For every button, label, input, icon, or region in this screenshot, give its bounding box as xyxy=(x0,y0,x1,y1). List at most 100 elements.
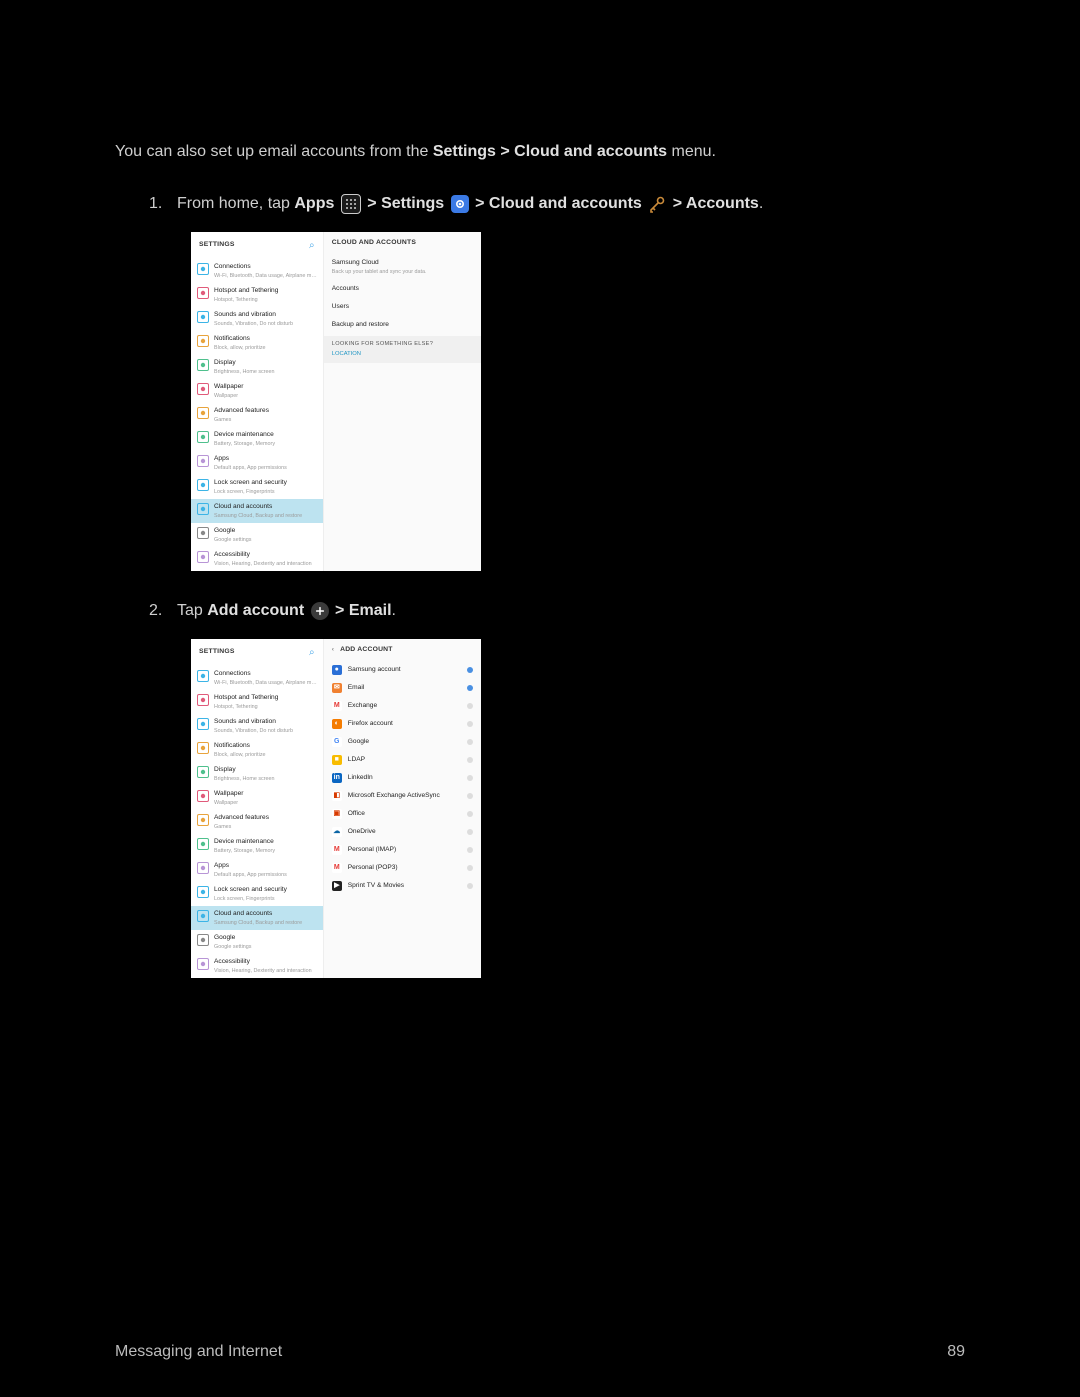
s2-a: Tap xyxy=(177,602,207,619)
settings-item-sub: Hotspot, Tethering xyxy=(214,703,317,711)
account-type-row[interactable]: M Personal (IMAP) xyxy=(324,841,481,859)
account-type-row[interactable]: inLinkedIn xyxy=(324,769,481,787)
settings-item[interactable]: Advanced featuresGames xyxy=(191,403,323,427)
settings-item-sub: Brightness, Home screen xyxy=(214,368,317,376)
box-location[interactable]: LOCATION xyxy=(332,350,473,359)
settings-item[interactable]: Cloud and accountsSamsung Cloud, Backup … xyxy=(191,499,323,523)
account-type-indicator xyxy=(467,865,473,871)
settings-item-sub: Sounds, Vibration, Do not disturb xyxy=(214,320,317,328)
settings-item-sub: Lock screen, Fingerprints xyxy=(214,895,317,903)
settings-list: ConnectionsWi-Fi, Bluetooth, Data usage,… xyxy=(191,259,323,571)
settings-item[interactable]: Lock screen and securityLock screen, Fin… xyxy=(191,882,323,906)
settings-item-icon xyxy=(197,886,209,898)
cloud-item[interactable]: Backup and restore xyxy=(324,316,481,334)
settings-item-title: Sounds and vibration xyxy=(214,717,317,727)
account-type-label: Microsoft Exchange ActiveSync xyxy=(348,791,461,801)
cloud-item-title: Backup and restore xyxy=(332,320,473,330)
step-2: 2. Tap Add account > Email. xyxy=(115,599,970,623)
account-type-indicator xyxy=(467,721,473,727)
cloud-item[interactable]: Accounts xyxy=(324,280,481,298)
s1-apps: Apps xyxy=(294,195,334,212)
looking-for-box: LOOKING FOR SOMETHING ELSE? LOCATION xyxy=(324,336,481,363)
settings-item[interactable]: NotificationsBlock, allow, prioritize xyxy=(191,331,323,355)
settings-item-title: Apps xyxy=(214,861,317,871)
account-type-icon: M xyxy=(332,863,342,873)
settings-gear-icon xyxy=(451,195,469,213)
settings-item[interactable]: Hotspot and TetheringHotspot, Tethering xyxy=(191,690,323,714)
step-2-number: 2. xyxy=(149,599,177,623)
account-type-icon: M xyxy=(332,845,342,855)
settings-item[interactable]: AppsDefault apps, App permissions xyxy=(191,858,323,882)
account-type-row[interactable]: ■LDAP xyxy=(324,751,481,769)
back-icon[interactable]: ‹ xyxy=(332,646,334,653)
settings-item-title: Display xyxy=(214,358,317,368)
account-type-row[interactable]: GGoogle xyxy=(324,733,481,751)
settings-item[interactable]: Sounds and vibrationSounds, Vibration, D… xyxy=(191,307,323,331)
settings-item-title: Device maintenance xyxy=(214,430,317,440)
account-type-row[interactable]: ✉Email xyxy=(324,679,481,697)
account-type-row[interactable]: ▣Office xyxy=(324,805,481,823)
settings-item[interactable]: ConnectionsWi-Fi, Bluetooth, Data usage,… xyxy=(191,666,323,690)
settings-item-icon xyxy=(197,479,209,491)
settings-item-icon xyxy=(197,958,209,970)
settings-item[interactable]: Lock screen and securityLock screen, Fin… xyxy=(191,475,323,499)
settings-item-sub: Battery, Storage, Memory xyxy=(214,847,317,855)
settings-item-sub: Samsung Cloud, Backup and restore xyxy=(214,512,317,520)
account-type-label: Personal (IMAP) xyxy=(348,845,461,855)
cloud-item[interactable]: Users xyxy=(324,298,481,316)
intro-bold: Settings > Cloud and accounts xyxy=(433,143,667,160)
account-type-label: Exchange xyxy=(348,701,461,711)
settings-item[interactable]: AccessibilityVision, Hearing, Dexterity … xyxy=(191,547,323,571)
account-type-row[interactable]: ●Samsung account xyxy=(324,661,481,679)
settings-item-sub: Samsung Cloud, Backup and restore xyxy=(214,919,317,927)
add-account-header: ‹ ADD ACCOUNT xyxy=(324,639,481,661)
account-type-icon: ▣ xyxy=(332,809,342,819)
account-type-row[interactable]: ◐Firefox account xyxy=(324,715,481,733)
cloud-item[interactable]: Samsung CloudBack up your tablet and syn… xyxy=(324,254,481,280)
settings-item[interactable]: AppsDefault apps, App permissions xyxy=(191,451,323,475)
settings-item[interactable]: Advanced featuresGames xyxy=(191,810,323,834)
settings-item-title: Lock screen and security xyxy=(214,478,317,488)
account-type-row[interactable]: MExchange xyxy=(324,697,481,715)
account-type-label: OneDrive xyxy=(348,827,461,837)
settings-item[interactable]: Device maintenanceBattery, Storage, Memo… xyxy=(191,834,323,858)
plus-icon xyxy=(311,602,329,620)
settings-item[interactable]: NotificationsBlock, allow, prioritize xyxy=(191,738,323,762)
settings-item-title: Notifications xyxy=(214,741,317,751)
settings-item[interactable]: ConnectionsWi-Fi, Bluetooth, Data usage,… xyxy=(191,259,323,283)
settings-item[interactable]: Hotspot and TetheringHotspot, Tethering xyxy=(191,283,323,307)
settings-item[interactable]: GoogleGoogle settings xyxy=(191,930,323,954)
settings-item-title: Connections xyxy=(214,669,317,679)
settings-item-title: Accessibility xyxy=(214,957,317,967)
settings-item[interactable]: Sounds and vibrationSounds, Vibration, D… xyxy=(191,714,323,738)
settings-item-sub: Games xyxy=(214,416,317,424)
account-type-row[interactable]: ☁OneDrive xyxy=(324,823,481,841)
intro-text: You can also set up email accounts from … xyxy=(115,140,970,164)
search-icon-2[interactable]: ⌕ xyxy=(309,645,315,660)
settings-item-title: Cloud and accounts xyxy=(214,502,317,512)
settings-item[interactable]: WallpaperWallpaper xyxy=(191,379,323,403)
account-type-icon: ◐ xyxy=(332,719,342,729)
settings-item-title: Connections xyxy=(214,262,317,272)
settings-item-sub: Games xyxy=(214,823,317,831)
settings-item[interactable]: AccessibilityVision, Hearing, Dexterity … xyxy=(191,954,323,978)
account-type-row[interactable]: ◧Microsoft Exchange ActiveSync xyxy=(324,787,481,805)
account-type-label: Personal (POP3) xyxy=(348,863,461,873)
settings-item[interactable]: DisplayBrightness, Home screen xyxy=(191,762,323,786)
settings-item[interactable]: Device maintenanceBattery, Storage, Memo… xyxy=(191,427,323,451)
account-type-row[interactable]: M Personal (POP3) xyxy=(324,859,481,877)
settings-item-icon xyxy=(197,694,209,706)
settings-item[interactable]: WallpaperWallpaper xyxy=(191,786,323,810)
account-type-row[interactable]: ▶Sprint TV & Movies xyxy=(324,877,481,895)
settings-item[interactable]: GoogleGoogle settings xyxy=(191,523,323,547)
cloud-items: Samsung CloudBack up your tablet and syn… xyxy=(324,254,481,334)
step-1-text: From home, tap Apps > Settings > Cloud a… xyxy=(177,192,763,216)
settings-item-icon xyxy=(197,335,209,347)
settings-item[interactable]: DisplayBrightness, Home screen xyxy=(191,355,323,379)
settings-item[interactable]: Cloud and accountsSamsung Cloud, Backup … xyxy=(191,906,323,930)
settings-item-sub: Default apps, App permissions xyxy=(214,464,317,472)
s1-b: > xyxy=(367,195,381,212)
search-icon[interactable]: ⌕ xyxy=(309,238,315,253)
settings-item-title: Cloud and accounts xyxy=(214,909,317,919)
settings-item-icon xyxy=(197,503,209,515)
